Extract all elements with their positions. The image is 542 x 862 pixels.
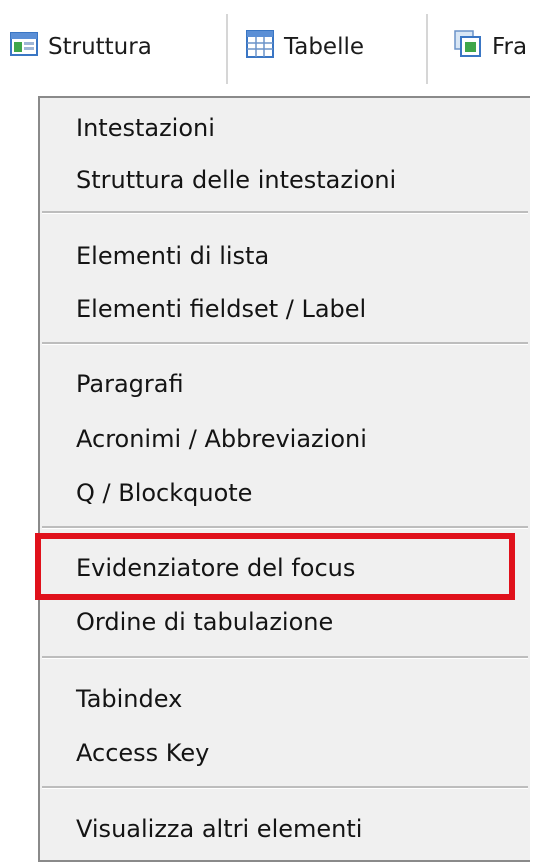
menu-item-elementi-lista[interactable]: Elementi di lista [76, 242, 269, 270]
menu-item-access-key[interactable]: Access Key [76, 739, 209, 767]
menu-item-blockquote[interactable]: Q / Blockquote [76, 479, 252, 507]
table-icon [246, 30, 274, 64]
toolbar-item-label: Struttura [48, 34, 152, 60]
menu-item-struttura-intestazioni[interactable]: Struttura delle intestazioni [76, 166, 396, 194]
menu-separator [42, 526, 528, 529]
menu-separator [42, 786, 528, 789]
menu-item-ordine-tabulazione[interactable]: Ordine di tabulazione [76, 608, 333, 636]
menu-item-visualizza-altri[interactable]: Visualizza altri elementi [76, 815, 362, 843]
frames-icon [454, 30, 482, 64]
menu-separator [42, 211, 528, 214]
right-edge [530, 96, 542, 862]
toolbar: Struttura Tabelle Fra [0, 0, 542, 96]
toolbar-item-label: Fra [492, 34, 528, 60]
toolbar-separator [426, 14, 428, 84]
structure-icon [10, 31, 38, 63]
toolbar-item-frames[interactable]: Fra [454, 24, 527, 70]
dropdown-menu: Intestazioni Struttura delle intestazion… [38, 96, 542, 862]
menu-item-tabindex[interactable]: Tabindex [76, 685, 182, 713]
menu-item-acronimi[interactable]: Acronimi / Abbreviazioni [76, 425, 367, 453]
toolbar-separator [226, 14, 228, 84]
toolbar-item-struttura[interactable]: Struttura [10, 24, 152, 70]
menu-item-intestazioni[interactable]: Intestazioni [76, 114, 215, 142]
toolbar-item-label: Tabelle [284, 34, 365, 60]
menu-separator [42, 342, 528, 345]
highlight-box [35, 533, 515, 600]
menu-separator [42, 656, 528, 659]
menu-item-paragrafi[interactable]: Paragrafi [76, 370, 184, 398]
menu-item-elementi-fieldset[interactable]: Elementi fieldset / Label [76, 295, 366, 323]
toolbar-item-tabelle[interactable]: Tabelle [246, 24, 364, 70]
